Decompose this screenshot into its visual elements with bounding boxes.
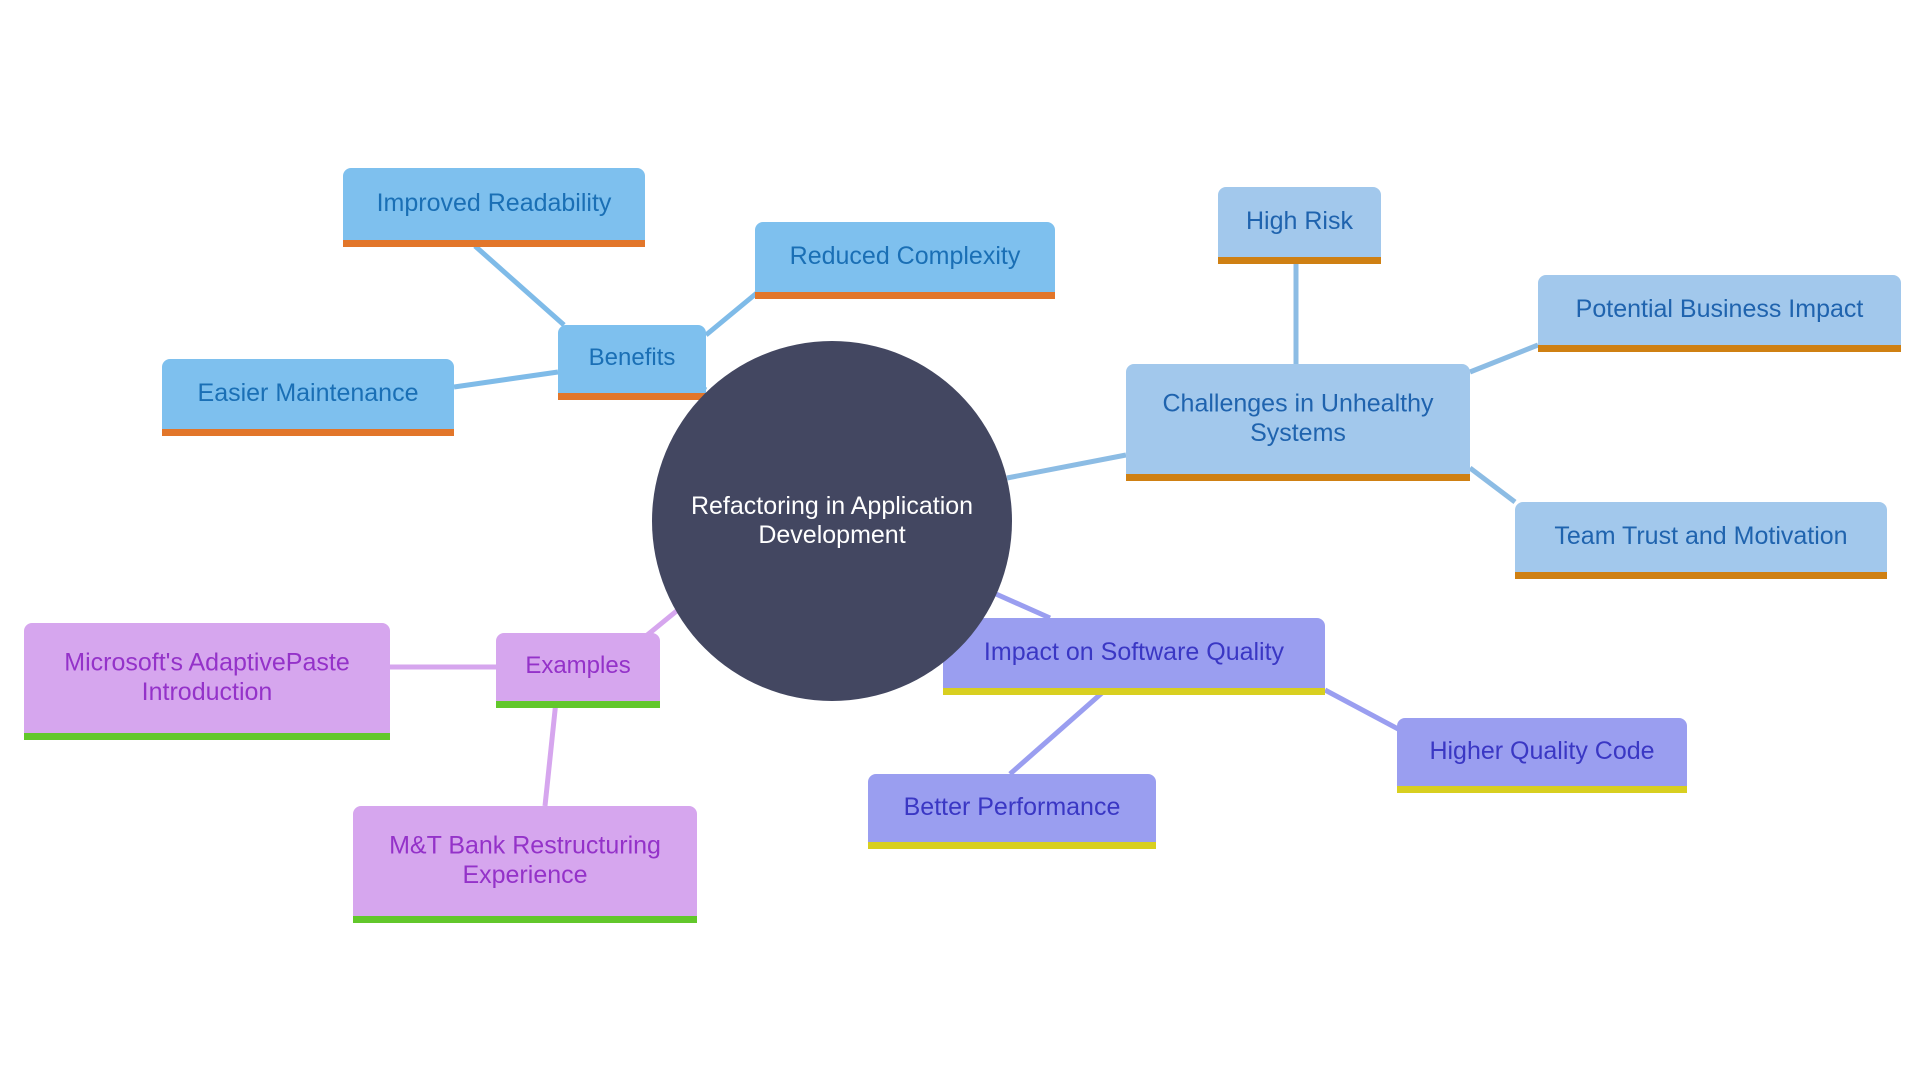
node-benefits[interactable]: Benefits bbox=[558, 325, 706, 400]
connector-challenges-to-potential-business-impact bbox=[1469, 342, 1539, 375]
node-label: Impact on Software Quality bbox=[984, 638, 1285, 666]
connector-impact-to-better-performance bbox=[1008, 690, 1105, 776]
node-label: Team Trust and Motivation bbox=[1554, 522, 1847, 550]
node-team-trust-and-motivation[interactable]: Team Trust and Motivation bbox=[1515, 502, 1887, 579]
node-label: Benefits bbox=[589, 344, 676, 371]
connector-benefits-to-reduced-complexity bbox=[704, 290, 760, 337]
node-label: Easier Maintenance bbox=[198, 379, 419, 407]
connector-benefits-to-improved-readability bbox=[473, 244, 566, 327]
node-label: Examples bbox=[525, 652, 630, 679]
node-accent-bar bbox=[162, 429, 454, 436]
node-accent-bar bbox=[353, 916, 697, 923]
node-accent-bar bbox=[496, 701, 660, 708]
node-label: Better Performance bbox=[904, 793, 1121, 821]
node-accent-bar bbox=[1218, 257, 1381, 264]
node-accent-bar bbox=[1397, 786, 1687, 793]
node-challenges-in-unhealthy-systems[interactable]: Challenges in Unhealthy Systems bbox=[1126, 364, 1470, 481]
node-accent-bar bbox=[343, 240, 645, 247]
connector-central-to-impact bbox=[985, 587, 1052, 621]
central-node[interactable]: Refactoring in Application Development bbox=[652, 341, 1012, 701]
node-accent-bar bbox=[558, 393, 706, 400]
node-improved-readability[interactable]: Improved Readability bbox=[343, 168, 645, 247]
node-accent-bar bbox=[1126, 474, 1470, 481]
node-label: Higher Quality Code bbox=[1429, 737, 1654, 765]
node-label: Reduced Complexity bbox=[790, 242, 1021, 270]
mind-map-svg: Benefits Improved Readability Reduced Comp… bbox=[24, 168, 1901, 923]
node-examples[interactable]: Examples bbox=[496, 633, 660, 708]
node-reduced-complexity[interactable]: Reduced Complexity bbox=[755, 222, 1055, 299]
connector-benefits-to-easier-maintenance bbox=[453, 369, 559, 390]
node-accent-bar bbox=[24, 733, 390, 740]
node-accent-bar bbox=[943, 688, 1325, 695]
node-microsofts-adaptivepaste-introduction[interactable]: Microsoft's AdaptivePaste Introduction bbox=[24, 623, 390, 740]
connector-challenges-to-team-trust bbox=[1468, 466, 1517, 504]
node-potential-business-impact[interactable]: Potential Business Impact bbox=[1538, 275, 1901, 352]
node-impact-on-software-quality[interactable]: Impact on Software Quality bbox=[943, 618, 1325, 695]
node-better-performance[interactable]: Better Performance bbox=[868, 774, 1156, 849]
node-label: Potential Business Impact bbox=[1576, 295, 1864, 323]
node-easier-maintenance[interactable]: Easier Maintenance bbox=[162, 359, 454, 436]
mind-map-canvas: Benefits Improved Readability Reduced Comp… bbox=[0, 0, 1920, 1080]
connector-central-to-challenges bbox=[1006, 452, 1127, 481]
node-accent-bar bbox=[755, 292, 1055, 299]
connector-impact-to-higher-quality-code bbox=[1323, 687, 1402, 733]
connector-examples-to-mt-bank bbox=[542, 700, 559, 807]
node-accent-bar bbox=[1538, 345, 1901, 352]
node-accent-bar bbox=[1515, 572, 1887, 579]
node-mt-bank-restructuring-experience[interactable]: M&T Bank Restructuring Experience bbox=[353, 806, 697, 923]
node-label: Improved Readability bbox=[377, 189, 612, 217]
node-accent-bar bbox=[868, 842, 1156, 849]
node-label: High Risk bbox=[1246, 207, 1353, 235]
central-node-layer: Refactoring in Application Development bbox=[652, 341, 1012, 701]
node-higher-quality-code[interactable]: Higher Quality Code bbox=[1397, 718, 1687, 793]
node-high-risk[interactable]: High Risk bbox=[1218, 187, 1381, 264]
